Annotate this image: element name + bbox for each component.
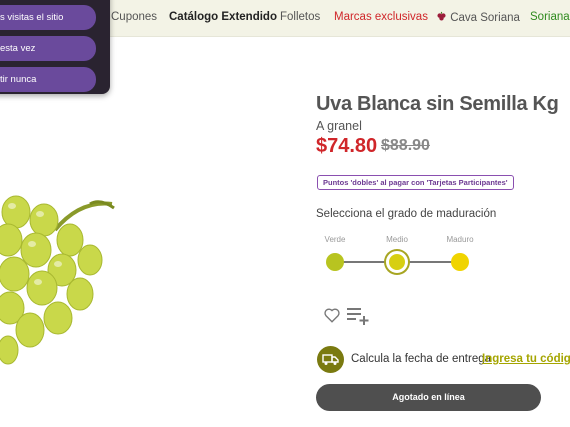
add-to-list-icon[interactable]: [346, 306, 370, 326]
ripeness-option-verde[interactable]: [326, 253, 344, 271]
allow-while-visiting-button[interactable]: s visitas el sitio: [0, 5, 96, 30]
current-price: $74.80: [316, 135, 378, 157]
ripeness-title: Selecciona el grado de maduración: [316, 208, 497, 220]
previous-price: $88.90: [381, 137, 430, 154]
permission-popup: s visitas el sitio esta vez tir nunca: [0, 0, 110, 94]
nav-item-marcas-exclusivas[interactable]: Marcas exclusivas: [334, 11, 428, 23]
postal-code-link[interactable]: Ingresa tu código p: [482, 353, 570, 365]
ripeness-label-verde: Verde: [324, 235, 346, 244]
nav-item-folletos[interactable]: Folletos: [280, 11, 320, 23]
ripeness-label-maduro: Maduro: [446, 235, 474, 244]
allow-this-time-button[interactable]: esta vez: [0, 36, 96, 61]
delivery-estimate-text: Calcula la fecha de entrega: [351, 353, 492, 365]
never-allow-button[interactable]: tir nunca: [0, 67, 96, 92]
ripeness-label-medio: Medio: [386, 235, 408, 244]
wine-glass-icon: [437, 11, 446, 21]
nav-item-cava-soriana[interactable]: Cava Soriana: [436, 11, 520, 24]
nav-item-cava-soriana-label: Cava Soriana: [450, 12, 520, 24]
nav-item-catalogo-extendido[interactable]: Catálogo Extendido: [169, 11, 277, 23]
product-image: [0, 195, 115, 365]
out-of-stock-button[interactable]: Agotado en línea: [316, 384, 541, 411]
nav-item-cupones[interactable]: Cupones: [111, 11, 157, 23]
delivery-truck-icon: [317, 346, 344, 373]
heart-icon[interactable]: [323, 306, 341, 324]
nav-item-soriana[interactable]: Soriana: [530, 11, 570, 23]
points-badge: Puntos 'dobles' al pagar con 'Tarjetas P…: [317, 175, 514, 190]
product-title: Uva Blanca sin Semilla Kg: [316, 93, 559, 115]
ripeness-option-maduro[interactable]: [451, 253, 469, 271]
product-unit: A granel: [316, 119, 362, 133]
ripeness-option-medio[interactable]: [386, 251, 408, 273]
